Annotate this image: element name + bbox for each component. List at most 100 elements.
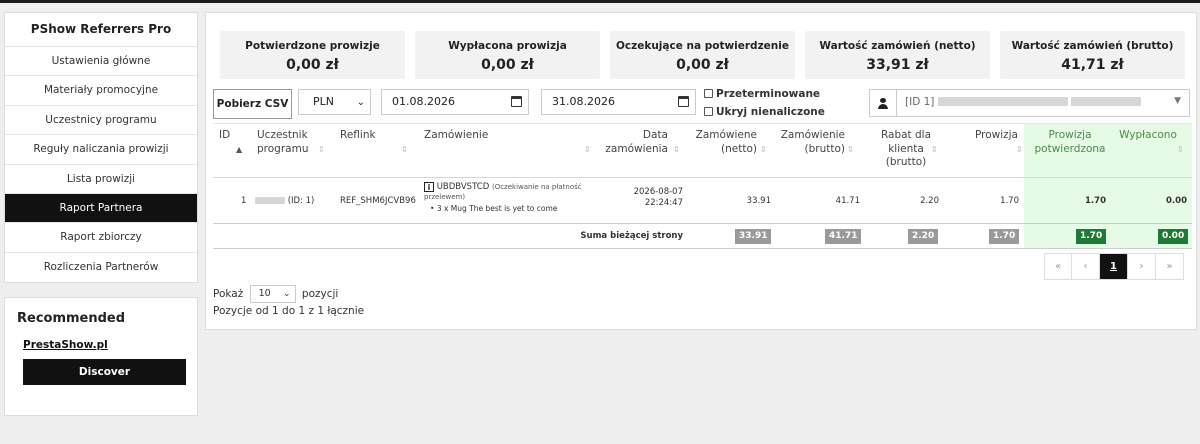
sidebar-item-participants[interactable]: Uczestnicy programu: [5, 105, 197, 136]
col-order-date[interactable]: Data zamówienia: [598, 129, 668, 156]
info-icon[interactable]: i: [424, 182, 434, 192]
cell-id: 1: [241, 196, 247, 206]
chevron-down-icon: ⌄: [283, 289, 291, 299]
col-participant[interactable]: Uczestnik programu: [257, 129, 308, 156]
sum-gross-badge: 41.71: [825, 229, 862, 244]
table-row: 1 (ID: 1) REF_SHM6JCVB96 i UBDBVSTCD (Oc…: [213, 177, 1192, 223]
sidebar-item-commission-list[interactable]: Lista prowizji: [5, 164, 197, 194]
pagination: « ‹ 1 › »: [1044, 253, 1184, 280]
discover-button[interactable]: Discover: [23, 359, 186, 386]
stat-value: 0,00 zł: [676, 57, 729, 73]
date-from-value: 01.08.2026: [392, 95, 455, 108]
col-gross[interactable]: Zamówienie (brutto): [773, 129, 845, 156]
show-post-label: pozycji: [301, 288, 339, 300]
sort-icon: ⇕: [673, 145, 680, 154]
hide-unaccrued-checkbox[interactable]: Ukryj nienaliczone: [704, 106, 825, 118]
page-current-button[interactable]: 1: [1100, 253, 1128, 280]
prestashow-link[interactable]: PrestaShow.pl: [23, 339, 108, 351]
sidebar-item-partner-settlements[interactable]: Rozliczenia Partnerów: [5, 252, 197, 283]
stat-orders-gross: Wartość zamówień (brutto) 41,71 zł: [1000, 31, 1185, 79]
col-paid[interactable]: Wypłacono: [1113, 129, 1183, 143]
cell-participant: (ID: 1): [255, 196, 314, 206]
stat-label: Oczekujące na potwierdzenie: [615, 40, 790, 52]
sort-icon: ⇕: [1097, 145, 1104, 154]
sidebar-menu: PShow Referrers Pro Ustawienia główne Ma…: [4, 12, 198, 284]
show-label: Pokaż: [213, 288, 244, 300]
col-reflink[interactable]: Reflink: [340, 129, 376, 143]
sidebar-item-summary-report[interactable]: Raport zbiorczy: [5, 223, 197, 253]
chevron-down-icon: ▼: [1174, 96, 1181, 106]
table-header: ID ▲ Uczestnik programu ⇕ Reflink ⇕ Zamów…: [213, 123, 1192, 176]
stat-pending: Oczekujące na potwierdzenie 0,00 zł: [610, 31, 795, 79]
stat-value: 0,00 zł: [481, 57, 534, 73]
calendar-icon: [511, 96, 522, 107]
sidebar-item-main-settings[interactable]: Ustawienia główne: [5, 47, 197, 77]
sum-discount-badge: 2.20: [908, 229, 939, 244]
checkbox-box[interactable]: [704, 107, 713, 116]
col-order[interactable]: Zamówienie: [424, 129, 488, 143]
sidebar-item-commission-rules[interactable]: Reguły naliczania prowizji: [5, 135, 197, 165]
sort-icon: ⇕: [584, 145, 591, 154]
recommended-panel: Recommended PrestaShow.pl Discover: [4, 297, 198, 417]
sort-icon: ⇕: [760, 145, 767, 154]
page-size-select[interactable]: 10 ⌄: [249, 285, 296, 303]
page-first-button[interactable]: «: [1044, 253, 1072, 280]
expired-checkbox-label: Przeterminowane: [716, 88, 821, 100]
cell-confirmed: 1.70: [1085, 196, 1106, 206]
cell-discount: 2.20: [920, 196, 939, 206]
sum-paid-badge: 0.00: [1158, 229, 1189, 244]
stat-label: Potwierdzone prowizje: [245, 40, 380, 52]
col-commission[interactable]: Prowizja: [943, 129, 1018, 143]
page-sum-row: Suma bieżącej strony 33.91 41.71 2.20 1.…: [213, 223, 1192, 249]
sum-commission-badge: 1.70: [989, 229, 1020, 244]
order-ref[interactable]: UBDBVSTCD: [437, 182, 490, 192]
sort-icon: ⇕: [1177, 145, 1184, 154]
partner-select[interactable]: [ID 1] ▼: [869, 89, 1190, 117]
cell-commission: 1.70: [1000, 196, 1019, 206]
stat-value: 33,91 zł: [866, 57, 929, 73]
redacted-email: [1071, 97, 1142, 106]
page-next-button[interactable]: ›: [1128, 253, 1156, 280]
table-info: Pozycje od 1 do 1 z 1 łącznie: [213, 305, 365, 317]
stats-row: Potwierdzone prowizje 0,00 zł Wypłacona …: [220, 31, 1192, 79]
chevron-down-icon: ⌄: [356, 97, 365, 108]
stat-orders-net: Wartość zamówień (netto) 33,91 zł: [805, 31, 990, 79]
top-bar: [0, 0, 1200, 3]
currency-select[interactable]: PLN ⌄: [298, 89, 371, 115]
checkbox-box[interactable]: [704, 89, 713, 98]
sort-icon: ⇕: [1016, 145, 1023, 154]
cell-gross: 41.71: [835, 196, 860, 206]
stat-label: Wartość zamówień (netto): [819, 40, 976, 52]
redacted-participant: [255, 197, 285, 204]
sidebar-item-promo-materials[interactable]: Materiały promocyjne: [5, 76, 197, 106]
date-to-value: 31.08.2026: [552, 95, 615, 108]
sum-confirmed-badge: 1.70: [1076, 229, 1107, 244]
stat-label: Wartość zamówień (brutto): [1011, 40, 1174, 52]
stat-confirmed-commissions: Potwierdzone prowizje 0,00 zł: [220, 31, 405, 79]
sum-net-badge: 33.91: [735, 229, 772, 244]
col-id[interactable]: ID: [219, 129, 230, 143]
page-prev-button[interactable]: ‹: [1072, 253, 1100, 280]
hide-unaccrued-checkbox-label: Ukryj nienaliczone: [716, 106, 825, 118]
date-to-input[interactable]: 31.08.2026: [541, 89, 696, 115]
page-size-control: Pokaż 10 ⌄ pozycji: [213, 285, 338, 303]
date-from-input[interactable]: 01.08.2026: [381, 89, 529, 115]
calendar-icon: [678, 96, 689, 107]
sort-asc-icon: ▲: [236, 145, 243, 154]
cell-reflink[interactable]: REF_SHM6JCVB96: [340, 196, 416, 206]
page-last-button[interactable]: »: [1156, 253, 1184, 280]
order-item: • 3 x Mug The best is yet to come: [430, 204, 558, 213]
page-sum-label: Suma bieżącej strony: [580, 231, 683, 241]
sidebar-item-partner-report[interactable]: Raport Partnera: [5, 193, 197, 224]
cell-order: i UBDBVSTCD (Oczekiwanie na płatność prz…: [424, 182, 594, 213]
stat-value: 41,71 zł: [1061, 57, 1124, 73]
sort-icon: ⇕: [318, 145, 325, 154]
stat-label: Wypłacona prowizja: [448, 40, 567, 52]
sidebar-title: PShow Referrers Pro: [5, 13, 197, 47]
stat-value: 0,00 zł: [286, 57, 339, 73]
col-net[interactable]: Zamówiene (netto): [687, 129, 757, 156]
main-panel: Potwierdzone prowizje 0,00 zł Wypłacona …: [205, 12, 1197, 330]
download-csv-button[interactable]: Pobierz CSV: [213, 89, 292, 119]
expired-checkbox[interactable]: Przeterminowane: [704, 88, 820, 100]
partner-select-value: [ID 1]: [905, 96, 1142, 108]
